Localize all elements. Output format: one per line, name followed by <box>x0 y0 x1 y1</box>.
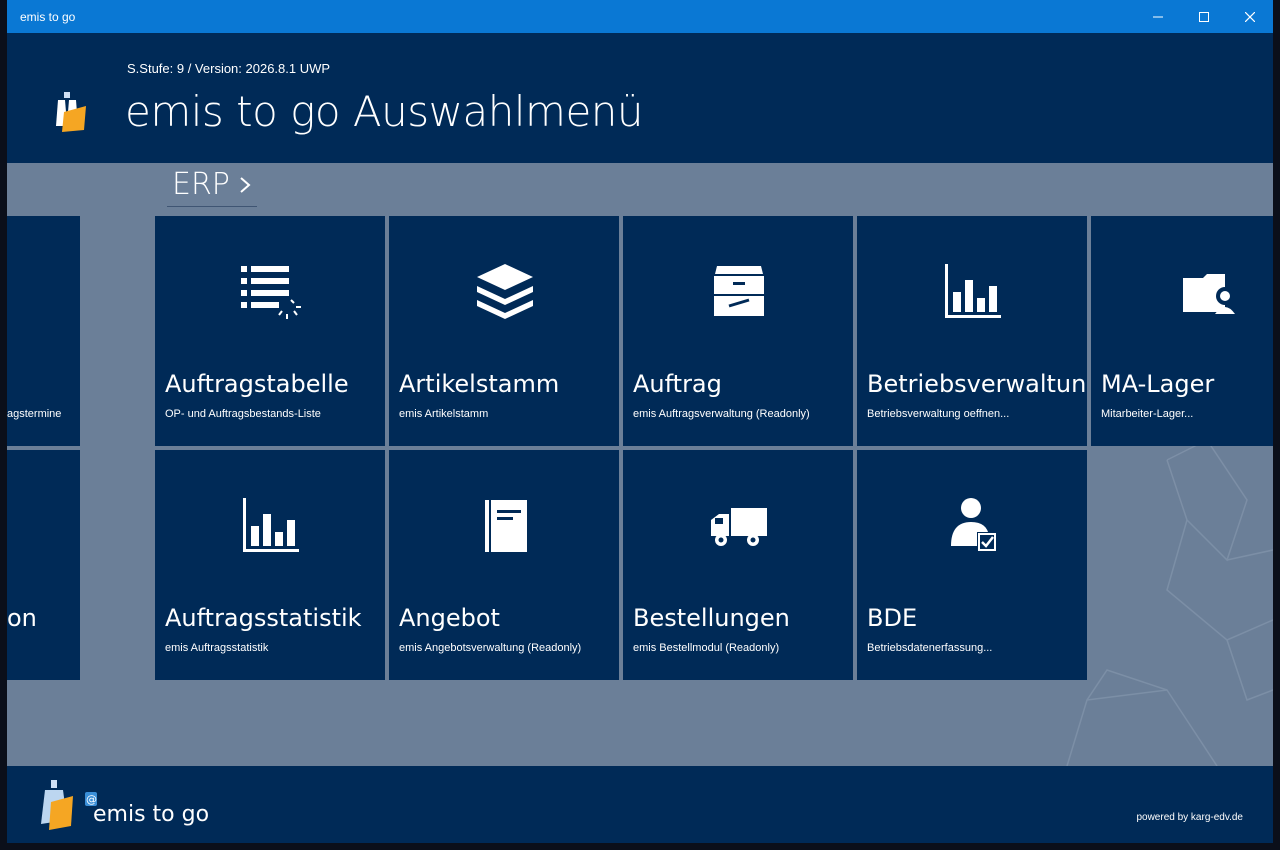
close-icon <box>1245 11 1255 22</box>
close-button[interactable] <box>1227 0 1273 33</box>
archive-drawer-icon <box>707 262 771 322</box>
maximize-icon <box>1199 11 1209 22</box>
tile-subtitle: emis Auftragsverwaltung (Readonly) <box>633 408 810 420</box>
section-underline <box>167 206 257 207</box>
tile-title: Artikelstamm <box>399 370 560 398</box>
tile-bde[interactable]: BDE Betriebsdatenerfassung... <box>857 450 1087 680</box>
version-label: S.Stufe: 9 / Version: 2026.8.1 UWP <box>127 61 331 76</box>
tile-auftrag[interactable]: Auftrag emis Auftragsverwaltung (Readonl… <box>623 216 853 446</box>
tile-angebot[interactable]: Angebot emis Angebotsverwaltung (Readonl… <box>389 450 619 680</box>
app-header: S.Stufe: 9 / Version: 2026.8.1 UWP emis … <box>7 33 1273 163</box>
tile-subtitle: Betriebsverwaltung oeffnen... <box>867 408 1010 420</box>
minimize-icon <box>1153 16 1163 17</box>
tile-artikelstamm[interactable]: Artikelstamm emis Artikelstamm <box>389 216 619 446</box>
tile-title: Bestellungen <box>633 604 790 632</box>
tile-subtitle: Betriebsdatenerfassung... <box>867 642 993 654</box>
window-title: emis to go <box>20 10 76 24</box>
tile-title: Auftragsstatistik <box>165 604 362 632</box>
tile-subtitle: Mitarbeiter-Lager... <box>1101 408 1194 420</box>
tile-subtitle: emis Artikelstamm <box>399 408 489 420</box>
tile-title: MA-Lager <box>1101 370 1215 398</box>
tile-title: BDE <box>867 604 918 632</box>
tile-subtitle: OP- und Auftragsbestands-Liste <box>165 408 321 420</box>
tile-auftragstabelle[interactable]: Auftragstabelle OP- und Auftragsbestands… <box>155 216 385 446</box>
layers-icon <box>473 262 537 322</box>
tile-ma-lager[interactable]: MA-Lager Mitarbeiter-Lager... <box>1091 216 1273 446</box>
tile-subtitle: emis Bestellmodul (Readonly) <box>633 642 780 654</box>
bar-chart-icon <box>941 262 1005 322</box>
tile-bestellungen[interactable]: Bestellungen emis Bestellmodul (Readonly… <box>623 450 853 680</box>
tile-title: Angebot <box>399 604 500 632</box>
tile-subtitle: agstermine <box>7 408 62 420</box>
list-icon <box>239 262 303 322</box>
tile-title: Auftragstabelle <box>165 370 349 398</box>
title-bar: emis to go <box>7 0 1273 33</box>
chevron-right-icon <box>240 176 251 193</box>
footer-logo-icon: @ <box>41 780 101 837</box>
maximize-button[interactable] <box>1181 0 1227 33</box>
truck-icon <box>707 496 771 556</box>
tile-title: on <box>7 604 37 632</box>
tile-subtitle: emis Angebotsverwaltung (Readonly) <box>399 642 582 654</box>
section-title: ERP <box>172 167 230 202</box>
tile-title: Betriebsverwaltung <box>867 370 1087 398</box>
bar-chart-icon <box>239 496 303 556</box>
tile-auftragsstatistik[interactable]: Auftragsstatistik emis Auftragsstatistik <box>155 450 385 680</box>
footer-brand: emis to go <box>93 802 210 827</box>
app-logo-icon <box>50 90 88 141</box>
minimize-button[interactable] <box>1135 0 1181 33</box>
app-window: emis to go S.Stufe: 9 / Version: 2026.8.… <box>7 0 1273 843</box>
tile-title: Auftrag <box>633 370 722 398</box>
user-check-icon <box>941 496 1005 556</box>
section-heading[interactable]: ERP <box>172 167 252 202</box>
page-title: emis to go Auswahlmenü <box>125 87 644 136</box>
book-icon <box>473 496 537 556</box>
powered-by-label[interactable]: powered by karg-edv.de <box>1136 812 1243 823</box>
folder-user-icon <box>1179 262 1243 322</box>
tile-subtitle: emis Auftragsstatistik <box>165 642 269 654</box>
tile-partial-left-1[interactable]: agstermine <box>7 216 80 446</box>
tile-partial-left-2[interactable]: on <box>7 450 80 680</box>
tile-betriebsverwaltung[interactable]: Betriebsverwaltung Betriebsverwaltung oe… <box>857 216 1087 446</box>
app-footer: @ emis to go powered by karg-edv.de <box>7 766 1273 843</box>
